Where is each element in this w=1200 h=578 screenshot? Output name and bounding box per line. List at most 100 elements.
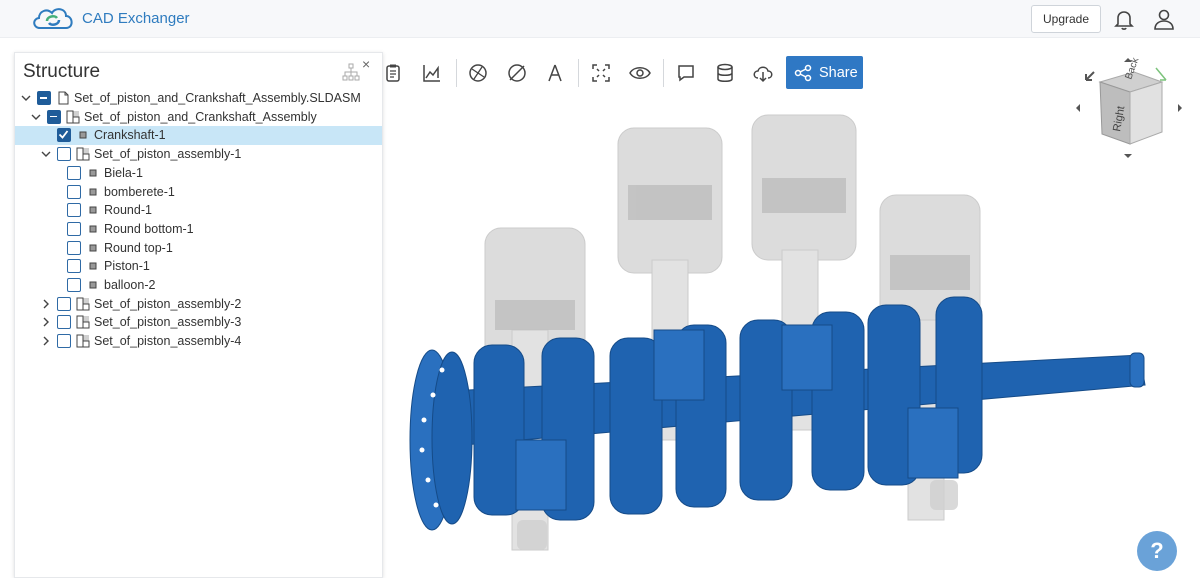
clipboard-icon xyxy=(386,64,400,82)
part-icon xyxy=(89,281,97,289)
tree-checkbox[interactable] xyxy=(47,109,61,124)
help-button[interactable]: ? xyxy=(1137,531,1177,571)
chevron-down-icon[interactable] xyxy=(31,111,41,123)
structure-panel: Structure × Set_of_piston_and_Crankshaft… xyxy=(14,52,383,578)
assembly-icon xyxy=(76,315,90,329)
visibility-icon xyxy=(629,67,651,79)
tree-row[interactable]: Set_of_piston_and_Crankshaft_Assembly xyxy=(15,108,382,127)
tree-row[interactable]: Biela-1 xyxy=(15,164,382,183)
tree-checkbox[interactable] xyxy=(57,147,71,162)
chevron-right-icon[interactable] xyxy=(41,298,51,310)
measure-tool-button[interactable] xyxy=(539,57,571,89)
toolbar-divider xyxy=(456,59,457,87)
tree-checkbox[interactable] xyxy=(57,334,71,349)
file-icon xyxy=(58,91,69,105)
hierarchy-icon[interactable] xyxy=(342,63,360,81)
tree-row[interactable]: Set_of_piston_assembly-4 xyxy=(15,332,382,351)
tree-row[interactable]: bomberete-1 xyxy=(15,183,382,202)
fit-icon xyxy=(592,64,610,82)
tree-checkbox[interactable] xyxy=(57,296,71,311)
rotate-right-icon[interactable] xyxy=(1178,104,1182,112)
tree-checkbox[interactable] xyxy=(67,221,81,236)
tree-row-label: Round-1 xyxy=(104,203,152,218)
explode-tool-button[interactable] xyxy=(462,57,494,89)
comment-tool-button[interactable] xyxy=(670,57,702,89)
explode-icon xyxy=(469,64,487,82)
chart-icon xyxy=(423,65,440,82)
measure-icon xyxy=(548,64,562,82)
tree-row[interactable]: Crankshaft-1 xyxy=(15,126,382,146)
tree-row-label: Set_of_piston_assembly-4 xyxy=(94,334,242,349)
tree-row-label: Biela-1 xyxy=(104,165,143,180)
check-icon xyxy=(58,130,69,140)
panel-title: Structure xyxy=(23,61,101,82)
part-icon xyxy=(89,225,97,233)
download-tool-button[interactable] xyxy=(747,57,779,89)
assembly-icon xyxy=(76,297,90,311)
share-icon xyxy=(794,64,812,81)
tree-checkbox[interactable] xyxy=(57,128,71,143)
tree-checkbox[interactable] xyxy=(67,165,81,180)
download-icon xyxy=(753,66,773,83)
tree-row-label: Set_of_piston_and_Crankshaft_Assembly.SL… xyxy=(74,91,361,105)
tree-row[interactable]: Piston-1 xyxy=(15,257,382,276)
tree-row[interactable]: Round-1 xyxy=(15,201,382,220)
part-icon xyxy=(89,206,97,214)
top-bar: CAD Exchanger Upgrade xyxy=(0,0,1200,38)
upgrade-button[interactable]: Upgrade xyxy=(1031,5,1101,33)
assembly-icon xyxy=(76,334,90,348)
rotate-down-icon[interactable] xyxy=(1124,154,1132,158)
database-icon xyxy=(717,63,733,82)
rotate-ccw-icon[interactable] xyxy=(1085,71,1095,81)
bell-icon[interactable] xyxy=(1112,7,1136,31)
tree-row-label: balloon-2 xyxy=(104,278,156,292)
chevron-right-icon[interactable] xyxy=(41,335,51,347)
share-button[interactable]: Share xyxy=(786,56,863,89)
part-icon xyxy=(89,188,97,195)
axis-indicator-icon xyxy=(1155,67,1167,81)
tree-checkbox[interactable] xyxy=(57,315,71,330)
tree-row[interactable]: Round bottom-1 xyxy=(15,220,382,239)
tree-row[interactable]: Set_of_piston_and_Crankshaft_Assembly.SL… xyxy=(15,89,382,108)
tree-checkbox[interactable] xyxy=(67,184,81,199)
fit-tool-button[interactable] xyxy=(585,57,617,89)
tree-checkbox[interactable] xyxy=(37,91,51,105)
toolbar-divider xyxy=(578,59,579,87)
section-icon xyxy=(508,64,526,82)
tree-row-label: Piston-1 xyxy=(104,259,150,274)
tree-row[interactable]: Set_of_piston_assembly-2 xyxy=(15,295,382,314)
tree-row-label: Crankshaft-1 xyxy=(94,128,166,143)
assembly-icon xyxy=(66,110,80,124)
tree-checkbox[interactable] xyxy=(67,240,81,255)
share-label: Share xyxy=(819,64,858,81)
visibility-tool-button[interactable] xyxy=(624,57,656,89)
part-icon xyxy=(89,262,97,270)
chevron-down-icon[interactable] xyxy=(41,148,51,160)
tree-row-label: Set_of_piston_and_Crankshaft_Assembly xyxy=(84,109,317,124)
rotate-left-icon[interactable] xyxy=(1076,104,1080,112)
chevron-down-icon[interactable] xyxy=(21,92,31,104)
tree-checkbox[interactable] xyxy=(67,278,81,292)
tree-row[interactable]: Set_of_piston_assembly-3 xyxy=(15,313,382,332)
tree-row-label: Set_of_piston_assembly-3 xyxy=(94,315,242,330)
part-icon xyxy=(89,169,97,177)
chevron-right-icon[interactable] xyxy=(41,316,51,328)
close-icon[interactable]: × xyxy=(362,56,370,72)
tree-row[interactable]: Round top-1 xyxy=(15,239,382,258)
database-tool-button[interactable] xyxy=(709,57,741,89)
view-cube[interactable]: Back Right xyxy=(1070,52,1190,164)
chart-tool-button[interactable] xyxy=(416,57,448,89)
tree-row-label: bomberete-1 xyxy=(104,184,175,199)
tree-row-label: Round bottom-1 xyxy=(104,221,194,236)
tree-checkbox[interactable] xyxy=(67,203,81,218)
brand-name[interactable]: CAD Exchanger xyxy=(82,10,190,27)
section-tool-button[interactable] xyxy=(501,57,533,89)
user-icon[interactable] xyxy=(1152,7,1176,31)
toolbar-divider xyxy=(663,59,664,87)
cad-exchanger-logo[interactable] xyxy=(30,4,76,34)
tree-checkbox[interactable] xyxy=(67,259,81,274)
tree-row[interactable]: Set_of_piston_assembly-1 xyxy=(15,145,382,164)
tree-row[interactable]: balloon-2 xyxy=(15,276,382,295)
cube-right-face[interactable] xyxy=(1129,81,1163,145)
assembly-icon xyxy=(76,147,90,161)
